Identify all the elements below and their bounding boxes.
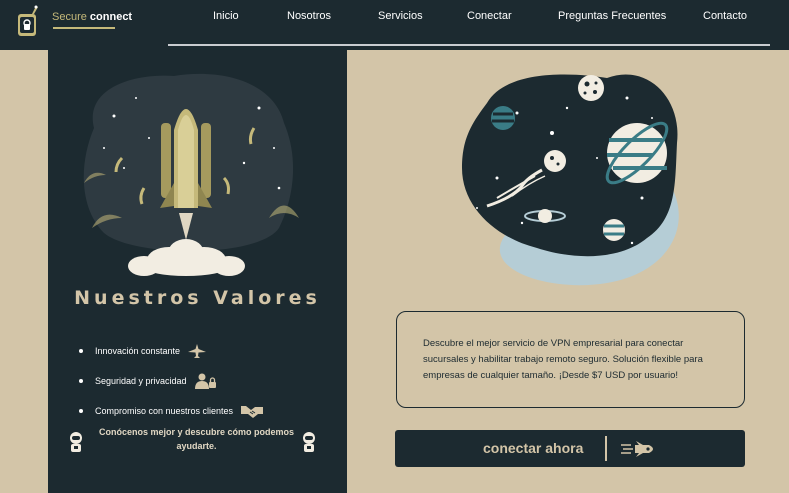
nav-link-nosotros[interactable]: Nosotros	[287, 10, 331, 22]
list-item: Compromiso con nuestros clientes	[79, 396, 264, 426]
value-label-innovation: Innovación constante	[95, 346, 181, 356]
plane-icon	[188, 344, 207, 358]
nav-link-contacto[interactable]: Contacto	[703, 10, 747, 22]
list-item: Innovación constante	[79, 336, 263, 366]
brand-name-second: connect	[89, 11, 133, 23]
list-item: Seguridad y privacidad	[79, 366, 263, 396]
service-description: Descubre el mejor servicio de VPN empres…	[423, 338, 703, 381]
user-lock-icon	[194, 373, 217, 389]
handshake-icon	[241, 404, 264, 418]
nav-link-servicios[interactable]: Servicios	[378, 10, 423, 22]
nav-underline	[168, 44, 770, 46]
astronaut-icon	[303, 432, 315, 452]
service-description-card: Descubre el mejor servicio de VPN empres…	[396, 311, 745, 408]
brand-underline	[53, 27, 115, 29]
nav-link-inicio[interactable]: Inicio	[213, 10, 239, 22]
connect-now-button[interactable]: conectar ahora	[395, 430, 745, 467]
values-title: Nuestros Valores	[74, 287, 321, 309]
cta-divider	[605, 436, 607, 461]
rocket-launch-illustration	[83, 73, 299, 276]
nav-link-conectar[interactable]: Conectar	[467, 10, 512, 22]
values-panel: Nuestros Valores Innovación constante Se…	[48, 50, 347, 493]
astronaut-icon	[70, 432, 82, 452]
top-navbar: Secure connect Inicio Nosotros Servicios…	[0, 0, 789, 50]
values-cta-text: Conócenos mejor y descubre cómo podemos …	[98, 427, 295, 451]
brand-name[interactable]: Secure connect	[52, 11, 132, 23]
connect-now-label: conectar ahora	[483, 440, 584, 456]
brand-name-first: Secure	[52, 11, 87, 23]
values-list: Innovación constante Seguridad y privaci…	[79, 336, 264, 426]
rocket-icon	[621, 441, 653, 457]
value-label-commitment: Compromiso con nuestros clientes	[95, 406, 234, 416]
nav-link-preguntas-frecuentes[interactable]: Preguntas Frecuentes	[558, 10, 666, 22]
space-planets-illustration	[462, 74, 679, 286]
value-label-security: Seguridad y privacidad	[95, 376, 187, 386]
logo-icon[interactable]	[14, 4, 40, 38]
